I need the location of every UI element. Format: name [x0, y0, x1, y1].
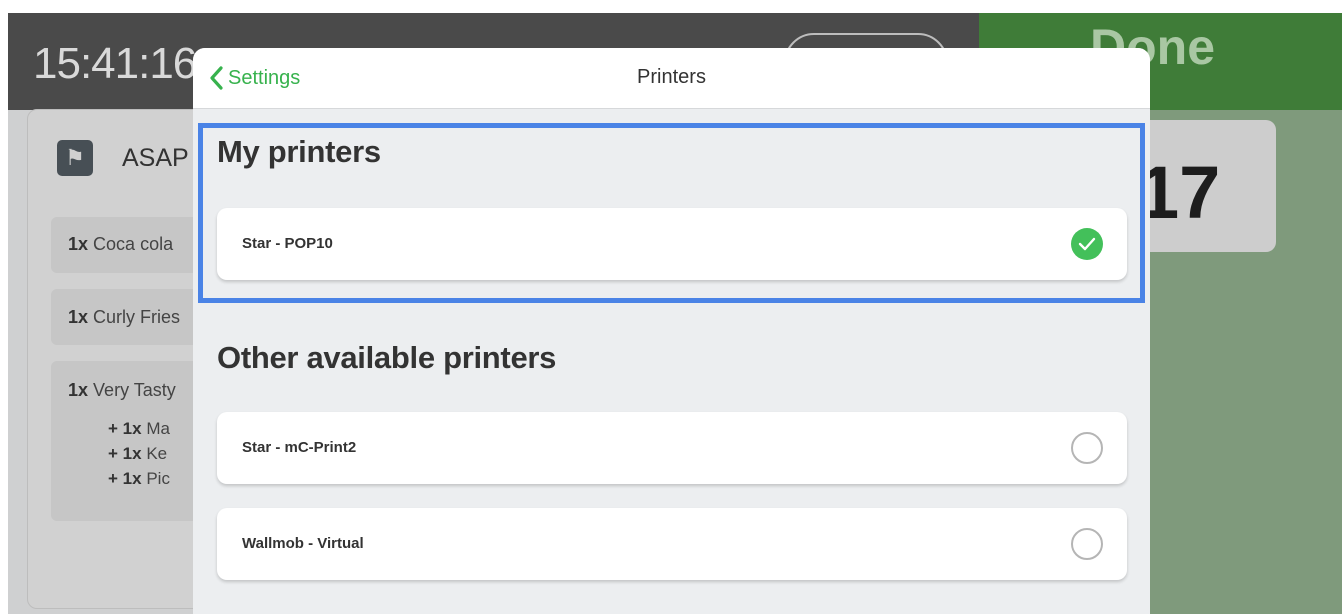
printer-row-star-mc-print2[interactable]: Star - mC-Print2 — [217, 412, 1127, 484]
ticket-number: 17 — [1138, 151, 1221, 234]
modal-title: Printers — [637, 66, 706, 88]
my-printers-heading: My printers — [217, 134, 381, 169]
printers-modal: Printers Settings My printers Star - POP… — [193, 48, 1150, 614]
order-item: 1x Very Tasty — [68, 380, 176, 400]
printer-row-wallmob-virtual[interactable]: Wallmob - Virtual — [217, 508, 1127, 580]
back-label: Settings — [228, 66, 301, 89]
check-circle-icon — [1071, 228, 1103, 260]
printer-row-star-pop10[interactable]: Star - POP10 — [217, 208, 1127, 280]
radio-empty-icon[interactable] — [1071, 432, 1103, 464]
clock: 15:41:16 — [33, 39, 197, 88]
chevron-left-icon — [210, 66, 223, 90]
order-item: 1x Coca cola — [68, 234, 174, 254]
order-item: 1x Curly Fries — [68, 307, 181, 327]
radio-empty-icon[interactable] — [1071, 528, 1103, 560]
modal-header: Printers Settings — [193, 48, 1150, 109]
order-modifier: + 1x Ke — [108, 444, 168, 463]
back-to-settings-button[interactable]: Settings — [207, 62, 300, 94]
order-modifier: + 1x Pic — [108, 469, 170, 488]
other-printers-heading: Other available printers — [217, 340, 557, 375]
printer-name: Star - mC-Print2 — [242, 439, 357, 456]
order-modifier: + 1x Ma — [108, 419, 170, 438]
printer-name: Star - POP10 — [242, 235, 333, 252]
order-type-label: ASAP — [122, 144, 189, 172]
printer-name: Wallmob - Virtual — [242, 535, 364, 552]
fork-knife-icon: ⚑ — [57, 140, 93, 176]
